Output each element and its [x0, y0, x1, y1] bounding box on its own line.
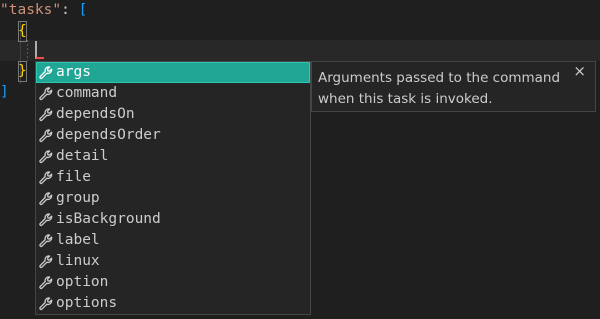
- object-close-brace: }: [18, 61, 27, 82]
- suggest-item-label: dependsOn: [56, 106, 135, 122]
- wrench-icon: [39, 296, 53, 311]
- current-line-highlight: [0, 40, 600, 61]
- suggest-item-label: command: [56, 85, 118, 101]
- wrench-icon: [39, 212, 53, 227]
- suggest-item-command[interactable]: command: [36, 83, 310, 104]
- suggest-item-options[interactable]: options: [36, 293, 310, 314]
- code-line-2: {: [18, 21, 27, 42]
- suggest-item-label: args: [56, 64, 91, 80]
- suggest-item-dependsOn[interactable]: dependsOn: [36, 104, 310, 125]
- suggest-item-label: file: [56, 169, 91, 185]
- code-line-1: "tasks": [: [0, 0, 87, 21]
- colon: :: [61, 2, 79, 18]
- suggest-item-detail[interactable]: detail: [36, 146, 310, 167]
- error-squiggle: [36, 57, 44, 59]
- suggest-item-isBackground[interactable]: isBackground: [36, 209, 310, 230]
- suggest-item-group[interactable]: group: [36, 188, 310, 209]
- object-open-brace: {: [18, 21, 27, 42]
- suggest-item-label: isBackground: [56, 211, 161, 227]
- details-documentation: Arguments passed to the command when thi…: [318, 70, 561, 107]
- wrench-icon: [39, 149, 53, 164]
- wrench-icon: [39, 191, 53, 206]
- code-line-4: }: [18, 61, 27, 82]
- json-key: "tasks": [0, 2, 62, 18]
- suggest-item-dependsOrder[interactable]: dependsOrder: [36, 125, 310, 146]
- suggest-item-label: option: [56, 274, 109, 290]
- array-open-bracket: [: [78, 2, 88, 18]
- suggest-item-linux[interactable]: linux: [36, 251, 310, 272]
- indent-guide-active: [27, 40, 28, 61]
- suggest-item-args[interactable]: args: [36, 62, 310, 83]
- close-icon[interactable]: ×: [573, 62, 586, 80]
- wrench-icon: [39, 233, 53, 248]
- suggest-item-label: group: [56, 190, 100, 206]
- suggest-widget[interactable]: args command dependsOn dependsOrder deta…: [35, 61, 311, 315]
- code-line-5: ]: [0, 82, 9, 103]
- suggest-item-label: options: [56, 295, 118, 311]
- suggest-item-label: linux: [56, 253, 100, 269]
- suggest-item-label: detail: [56, 148, 109, 164]
- array-close-bracket: ]: [0, 84, 9, 100]
- suggest-item-option[interactable]: option: [36, 272, 310, 293]
- wrench-icon: [39, 65, 53, 80]
- wrench-icon: [39, 254, 53, 269]
- suggest-item-label[interactable]: label: [36, 230, 310, 251]
- suggest-item-file[interactable]: file: [36, 167, 310, 188]
- wrench-icon: [39, 275, 53, 290]
- wrench-icon: [39, 128, 53, 143]
- wrench-icon: [39, 170, 53, 185]
- suggest-item-label: dependsOrder: [56, 127, 161, 143]
- wrench-icon: [39, 107, 53, 122]
- wrench-icon: [39, 86, 53, 101]
- suggest-details-panel: Arguments passed to the command when thi…: [311, 61, 596, 112]
- suggest-item-label: label: [56, 232, 100, 248]
